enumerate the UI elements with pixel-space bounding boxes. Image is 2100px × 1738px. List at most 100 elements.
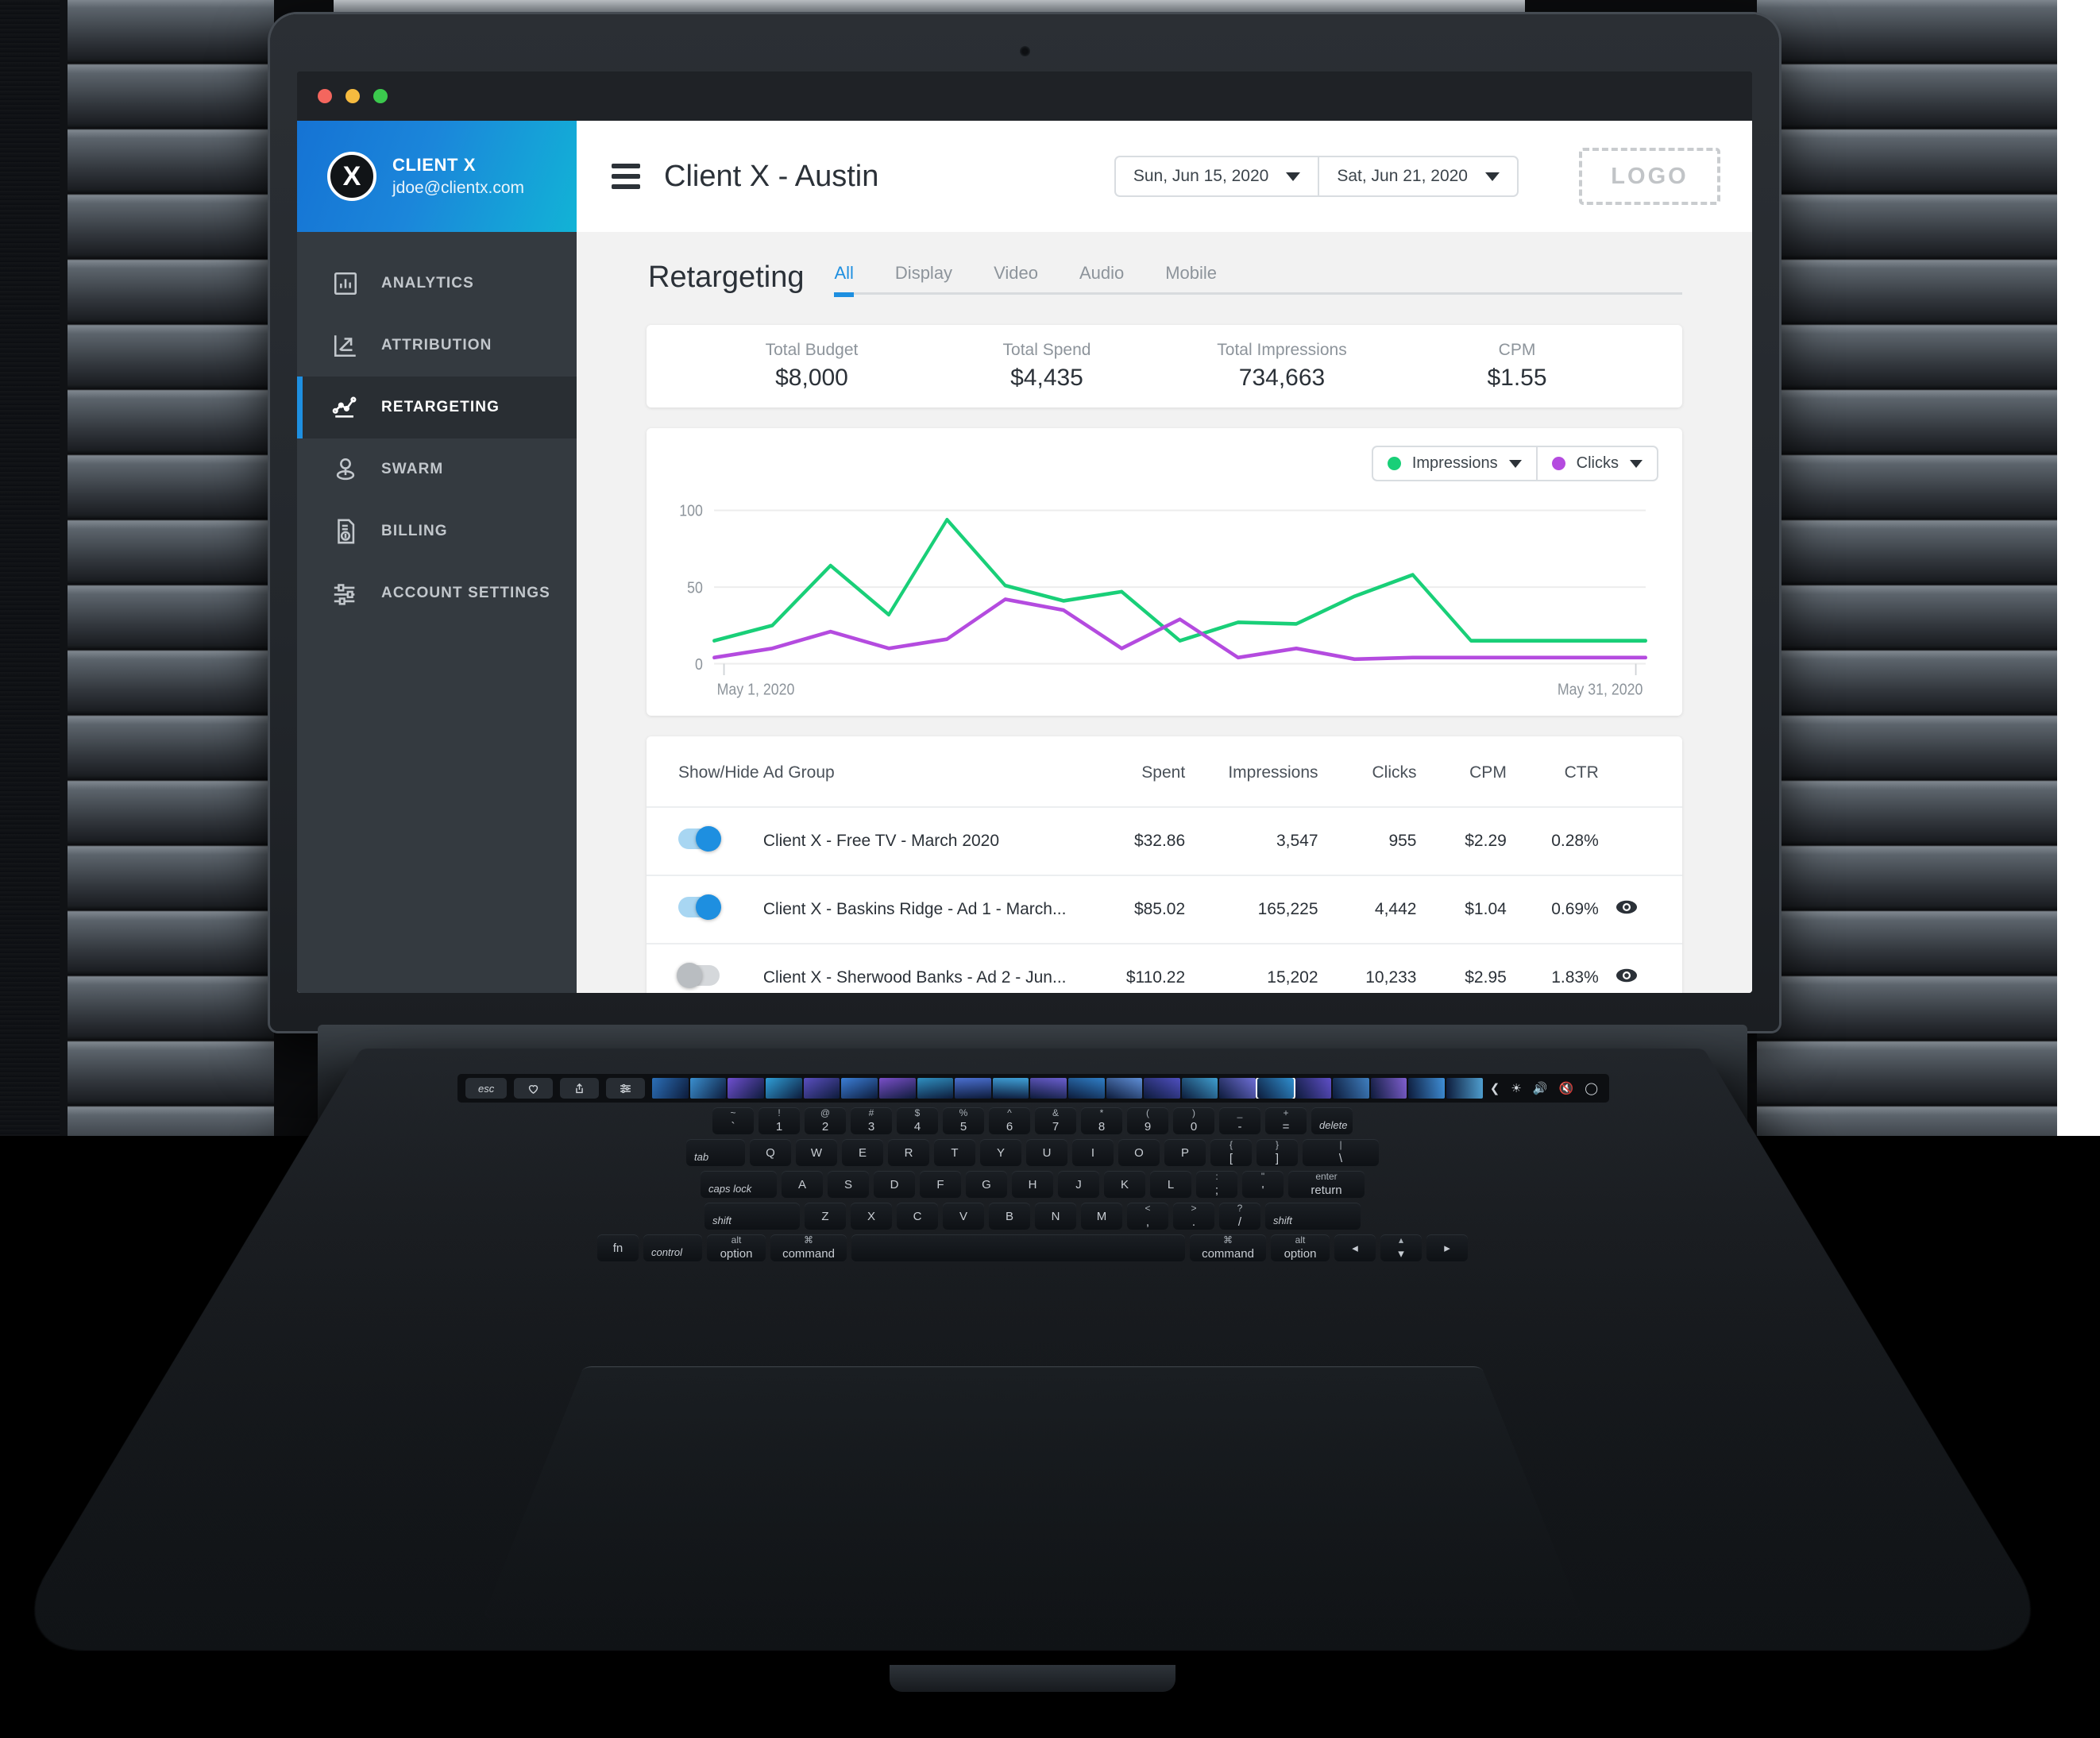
touchbar-thumbnail[interactable] <box>1408 1078 1446 1099</box>
keyboard-key[interactable]: F <box>920 1171 961 1198</box>
keyboard-key[interactable]: E <box>842 1139 883 1166</box>
keyboard-key[interactable]: ? / <box>1219 1203 1260 1230</box>
touchbar-thumbnail[interactable] <box>1067 1078 1105 1099</box>
keyboard-key[interactable]: #3 <box>851 1107 892 1134</box>
keyboard-key[interactable]: B <box>989 1203 1030 1230</box>
start-date-dropdown[interactable]: Sun, Jun 15, 2020 <box>1116 157 1318 195</box>
end-date-dropdown[interactable]: Sat, Jun 21, 2020 <box>1318 157 1517 195</box>
touchbar-thumbnail[interactable] <box>689 1078 727 1099</box>
maximize-window-button[interactable] <box>373 89 388 103</box>
keyboard-key[interactable]: P <box>1164 1139 1206 1166</box>
keyboard-key[interactable]: ^ 6 <box>989 1107 1030 1134</box>
hamburger-icon[interactable] <box>612 164 640 189</box>
volume-icon[interactable]: 🔊 <box>1533 1081 1548 1095</box>
keyboard-key[interactable]: N <box>1035 1203 1076 1230</box>
legend-impressions-dropdown[interactable]: Impressions <box>1373 447 1536 480</box>
keyboard-key[interactable]: U <box>1026 1139 1067 1166</box>
keyboard-key[interactable]: H <box>1012 1171 1053 1198</box>
keyboard-key[interactable]: }] <box>1257 1139 1298 1166</box>
tab-display[interactable]: Display <box>895 263 979 295</box>
keyboard-key[interactable]: fn <box>597 1234 639 1261</box>
keyboard-key[interactable]: L <box>1150 1171 1191 1198</box>
keyboard-key[interactable]: shift <box>705 1203 800 1230</box>
touchbar-thumbnail[interactable] <box>1295 1078 1332 1099</box>
keyboard-key[interactable]: ~ ` <box>712 1107 754 1134</box>
touchbar-thumbnail[interactable] <box>1181 1078 1218 1099</box>
touchbar-thumbnail[interactable] <box>766 1078 802 1099</box>
sidebar-item-attribution[interactable]: ATTRIBUTION <box>297 315 577 377</box>
keyboard-key[interactable]: caps lock <box>701 1171 777 1198</box>
keyboard-key[interactable] <box>851 1234 1185 1261</box>
keyboard-key[interactable]: " ' <box>1242 1171 1284 1198</box>
touchbar-thumbnail[interactable] <box>1446 1078 1483 1099</box>
keyboard-key[interactable]: control <box>643 1234 702 1261</box>
eye-icon[interactable] <box>1615 899 1639 920</box>
show-hide-toggle[interactable] <box>678 826 721 852</box>
heart-icon[interactable] <box>514 1078 554 1099</box>
tab-mobile[interactable]: Mobile <box>1165 263 1244 295</box>
sidebar-item-analytics[interactable]: ANALYTICS <box>297 253 577 315</box>
keyboard-key[interactable]: (9 <box>1127 1107 1168 1134</box>
keyboard-key[interactable]: _ - <box>1219 1107 1260 1134</box>
share-icon[interactable] <box>560 1078 600 1099</box>
keyboard-key[interactable]: S <box>828 1171 869 1198</box>
keyboard-key[interactable]: O <box>1118 1139 1160 1166</box>
keyboard-key[interactable]: alt option <box>707 1234 766 1261</box>
touchbar-thumbnail[interactable] <box>992 1078 1029 1099</box>
touchbar-thumbnail[interactable] <box>1256 1078 1295 1099</box>
keyboard-key[interactable]: + = <box>1265 1107 1307 1134</box>
touchbar-thumbnail[interactable] <box>917 1078 954 1099</box>
sidebar-item-account-settings[interactable]: ACCOUNT SETTINGS <box>297 562 577 624</box>
touchbar-thumbnail[interactable] <box>1370 1078 1407 1099</box>
touchbar-thumbnail[interactable] <box>841 1078 878 1099</box>
keyboard-key[interactable]: Y <box>980 1139 1021 1166</box>
keyboard-key[interactable]: ▴ ▾ <box>1380 1234 1422 1261</box>
keyboard-key[interactable]: % 5 <box>943 1107 984 1134</box>
keyboard-key[interactable]: M <box>1081 1203 1122 1230</box>
keyboard-key[interactable]: J <box>1058 1171 1099 1198</box>
mute-icon[interactable]: 🔇 <box>1559 1081 1574 1095</box>
tab-all[interactable]: All <box>834 263 880 297</box>
keyboard-key[interactable]: ) 0 <box>1173 1107 1214 1134</box>
keyboard-key[interactable]: <, <box>1127 1203 1168 1230</box>
trackpad[interactable] <box>482 1366 1583 1618</box>
keyboard-key[interactable]: K <box>1104 1171 1145 1198</box>
keyboard-key[interactable]: V <box>943 1203 984 1230</box>
keyboard-key[interactable]: X <box>851 1203 892 1230</box>
close-window-button[interactable] <box>318 89 332 103</box>
touchbar-thumbnail[interactable] <box>1333 1078 1369 1099</box>
keyboard-key[interactable]: D <box>874 1171 915 1198</box>
tab-audio[interactable]: Audio <box>1079 263 1151 295</box>
touchbar-thumbnail[interactable] <box>1030 1078 1067 1099</box>
touchbar-thumbnail[interactable] <box>955 1078 991 1099</box>
keyboard-key[interactable]: $4 <box>897 1107 938 1134</box>
keyboard-key[interactable]: ⌘ command <box>1190 1234 1266 1261</box>
touchbar-thumbnail[interactable] <box>878 1078 916 1099</box>
keyboard-key[interactable]: delete <box>1311 1107 1353 1134</box>
touchbar-thumbnail[interactable] <box>1144 1078 1180 1099</box>
keyboard-key[interactable]: {[ <box>1210 1139 1252 1166</box>
brightness-icon[interactable]: ☀ <box>1511 1081 1521 1095</box>
keyboard-key[interactable]: :; <box>1196 1171 1237 1198</box>
keyboard-key[interactable]: I <box>1072 1139 1114 1166</box>
keyboard-key[interactable]: alt option <box>1271 1234 1330 1261</box>
keyboard-key[interactable]: @2 <box>805 1107 846 1134</box>
touchbar-thumbnail-strip[interactable] <box>652 1078 1483 1099</box>
touchbar-thumbnail[interactable] <box>1106 1078 1143 1099</box>
keyboard-key[interactable]: W <box>796 1139 837 1166</box>
keyboard-key[interactable]: ⌘ command <box>770 1234 847 1261</box>
keyboard-key[interactable]: >. <box>1173 1203 1214 1230</box>
keyboard-key[interactable]: | \ <box>1303 1139 1379 1166</box>
touchbar-thumbnail[interactable] <box>728 1078 765 1099</box>
keyboard-key[interactable]: ◂ <box>1334 1234 1376 1261</box>
prev-icon[interactable]: ❮ <box>1490 1081 1500 1095</box>
siri-icon[interactable]: ◯ <box>1585 1081 1598 1095</box>
eye-icon[interactable] <box>1615 967 1639 988</box>
keyboard-key[interactable]: G <box>966 1171 1007 1198</box>
keyboard-key[interactable]: ! 1 <box>759 1107 800 1134</box>
esc-key[interactable]: esc <box>465 1078 508 1099</box>
legend-clicks-dropdown[interactable]: Clicks <box>1535 447 1657 480</box>
sliders-icon[interactable] <box>606 1078 646 1099</box>
keyboard-key[interactable]: tab <box>686 1139 745 1166</box>
keyboard-key[interactable]: T <box>934 1139 975 1166</box>
